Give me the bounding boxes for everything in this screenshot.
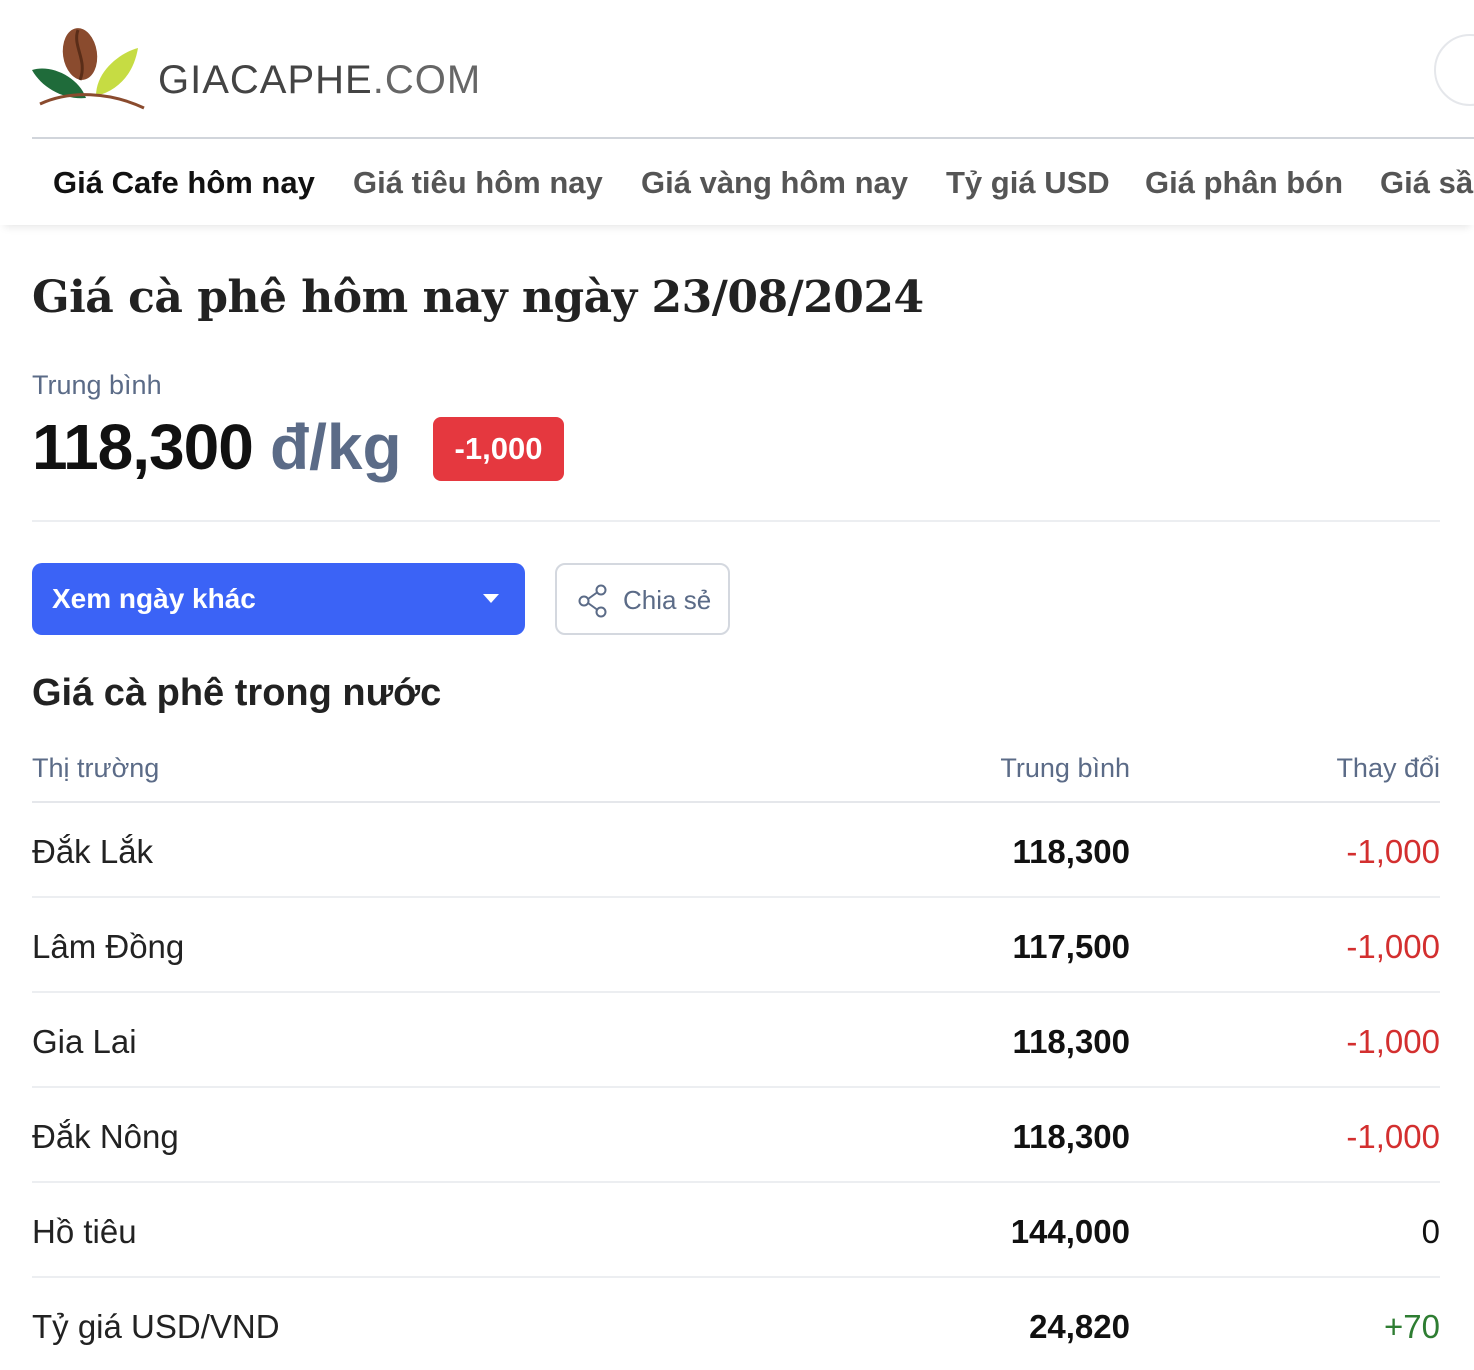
column-header-average: Trung bình xyxy=(1000,753,1130,783)
column-header-market: Thị trường xyxy=(32,753,160,783)
change-value: -1,000 xyxy=(1346,928,1440,965)
table-row[interactable]: Đắk Nông 118,300 -1,000 xyxy=(32,1088,1440,1183)
nav-item-usd[interactable]: Tỷ giá USD xyxy=(946,165,1110,201)
site-header: GIACAPHE.COM xyxy=(0,0,1474,139)
header-search-button[interactable] xyxy=(1434,34,1474,106)
page-title: Giá cà phê hôm nay ngày 23/08/2024 xyxy=(32,272,924,323)
coffee-bean-logo-icon[interactable] xyxy=(30,24,150,116)
nav-item-gold[interactable]: Giá vàng hôm nay xyxy=(641,165,908,201)
brand-suffix: .COM xyxy=(372,58,482,102)
caret-down-icon xyxy=(483,594,499,603)
price-unit: đ/kg xyxy=(270,411,402,483)
average-value: 24,820 xyxy=(1029,1308,1130,1345)
table-row[interactable]: Lâm Đồng 117,500 -1,000 xyxy=(32,898,1440,993)
nav-item-more[interactable]: Giá sầ xyxy=(1380,165,1473,201)
average-price: 118,300 xyxy=(32,411,254,483)
change-value: -1,000 xyxy=(1346,1118,1440,1155)
summary-divider xyxy=(32,520,1440,522)
average-value: 118,300 xyxy=(1012,833,1130,870)
table-row[interactable]: Đắk Lắk 118,300 -1,000 xyxy=(32,803,1440,898)
market-name: Hồ tiêu xyxy=(32,1213,137,1250)
change-badge: -1,000 xyxy=(433,417,564,481)
average-value: 118,300 xyxy=(1012,1023,1130,1060)
other-date-dropdown[interactable]: Xem ngày khác xyxy=(32,563,525,635)
table-row[interactable]: Gia Lai 118,300 -1,000 xyxy=(32,993,1440,1088)
share-button[interactable]: Chia sẻ xyxy=(555,563,730,635)
main-nav: Giá Cafe hôm nay Giá tiêu hôm nay Giá và… xyxy=(0,139,1474,225)
brand-name: GIACAPHE xyxy=(158,58,373,102)
share-icon xyxy=(578,584,607,618)
change-value: +70 xyxy=(1384,1308,1440,1345)
market-name: Đắk Lắk xyxy=(32,833,154,870)
column-header-change: Thay đổi xyxy=(1336,753,1440,783)
table-row[interactable]: Tỷ giá USD/VND 24,820 +70 xyxy=(32,1278,1440,1370)
section-title: Giá cà phê trong nước xyxy=(32,672,442,714)
market-name: Lâm Đồng xyxy=(32,928,185,965)
average-label: Trung bình xyxy=(32,370,162,400)
nav-item-pepper[interactable]: Giá tiêu hôm nay xyxy=(353,165,603,201)
average-value: 117,500 xyxy=(1012,928,1130,965)
market-name: Đắk Nông xyxy=(32,1118,179,1155)
change-value: -1,000 xyxy=(1346,833,1440,870)
brand-wordmark[interactable]: GIACAPHE.COM xyxy=(158,58,481,103)
change-value: 0 xyxy=(1421,1213,1440,1250)
nav-item-fertilizer[interactable]: Giá phân bón xyxy=(1145,165,1343,201)
market-name: Tỷ giá USD/VND xyxy=(32,1308,280,1345)
table-row[interactable]: Hồ tiêu 144,000 0 xyxy=(32,1183,1440,1278)
change-value: -1,000 xyxy=(1346,1023,1440,1060)
average-value: 144,000 xyxy=(1010,1213,1130,1250)
other-date-label: Xem ngày khác xyxy=(52,583,256,614)
nav-item-coffee[interactable]: Giá Cafe hôm nay xyxy=(53,165,315,201)
average-value: 118,300 xyxy=(1012,1118,1130,1155)
market-name: Gia Lai xyxy=(32,1023,137,1060)
share-label: Chia sẻ xyxy=(623,585,712,615)
